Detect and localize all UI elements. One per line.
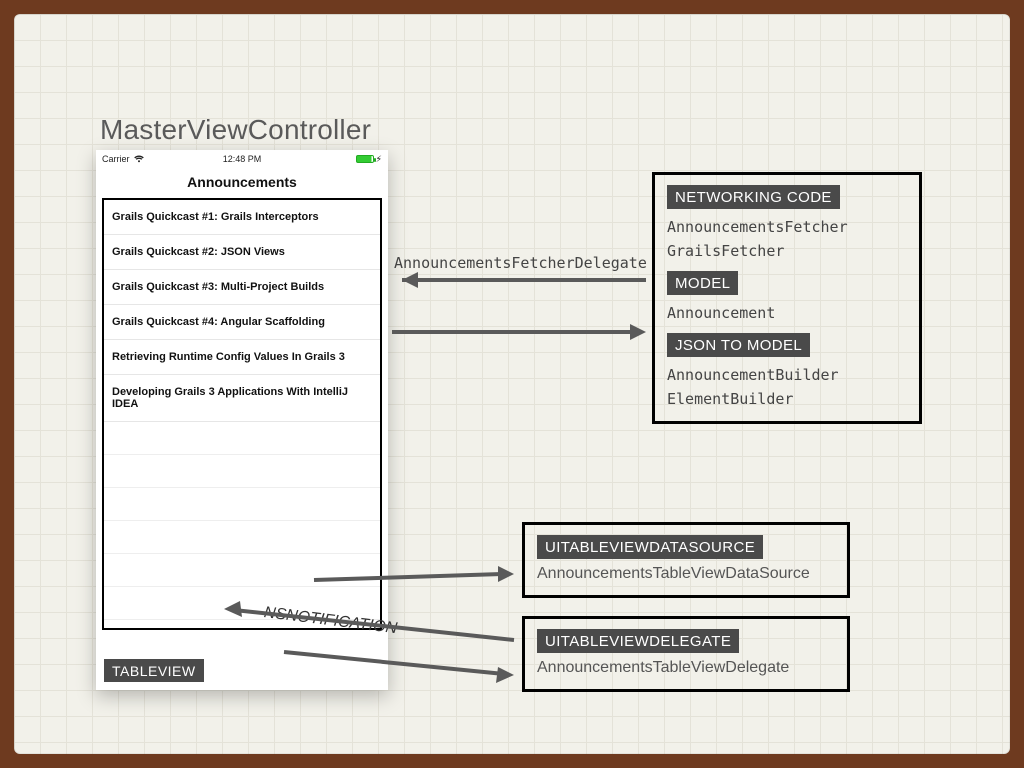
tableview: Grails Quickcast #1: Grails Interceptors…	[102, 198, 382, 630]
paper-canvas: MasterViewController Carrier 12:48 PM ⚡︎…	[14, 14, 1010, 754]
table-row-empty	[104, 488, 380, 521]
heading-datasource: UITABLEVIEWDATASOURCE	[537, 535, 763, 559]
carrier-label: Carrier	[102, 154, 130, 164]
heading-networking: NETWORKING CODE	[667, 185, 840, 209]
table-row: Grails Quickcast #4: Angular Scaffolding	[104, 305, 380, 340]
item-datasource: AnnouncementsTableViewDataSource	[537, 565, 835, 583]
item-json: ElementBuilder	[667, 387, 907, 411]
table-row: Grails Quickcast #3: Multi-Project Build…	[104, 270, 380, 305]
table-row: Retrieving Runtime Config Values In Grai…	[104, 340, 380, 375]
table-row: Developing Grails 3 Applications With In…	[104, 375, 380, 422]
phone-mock: Carrier 12:48 PM ⚡︎ Announcements Grails…	[96, 150, 388, 690]
page-title: MasterViewController	[100, 114, 371, 146]
label-fetcher-delegate: AnnouncementsFetcherDelegate	[394, 254, 647, 272]
nav-title: Announcements	[96, 168, 388, 198]
item-json: AnnouncementBuilder	[667, 363, 907, 387]
table-row: Grails Quickcast #1: Grails Interceptors	[104, 200, 380, 235]
heading-json: JSON TO MODEL	[667, 333, 810, 357]
delegate-box: UITABLEVIEWDELEGATE AnnouncementsTableVi…	[522, 616, 850, 692]
status-bar: Carrier 12:48 PM ⚡︎	[96, 150, 388, 168]
statusbar-time: 12:48 PM	[195, 154, 288, 164]
item-model: Announcement	[667, 301, 907, 325]
table-row-empty	[104, 455, 380, 488]
datasource-box: UITABLEVIEWDATASOURCE AnnouncementsTable…	[522, 522, 850, 598]
charging-icon: ⚡︎	[376, 154, 382, 165]
table-row-empty	[104, 554, 380, 587]
networking-box: NETWORKING CODE AnnouncementsFetcher Gra…	[652, 172, 922, 424]
table-row-empty	[104, 521, 380, 554]
table-row-empty	[104, 422, 380, 455]
battery-icon	[356, 155, 374, 163]
heading-delegate: UITABLEVIEWDELEGATE	[537, 629, 739, 653]
table-row: Grails Quickcast #2: JSON Views	[104, 235, 380, 270]
item-delegate: AnnouncementsTableViewDelegate	[537, 659, 835, 677]
item-networking: GrailsFetcher	[667, 239, 907, 263]
heading-model: MODEL	[667, 271, 738, 295]
wifi-icon	[134, 155, 144, 163]
item-networking: AnnouncementsFetcher	[667, 215, 907, 239]
